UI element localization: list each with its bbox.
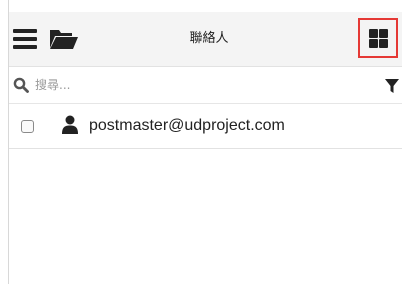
- list-item[interactable]: postmaster@udproject.com: [9, 104, 402, 149]
- search-icon: [13, 77, 29, 93]
- grid-view-toggle-button[interactable]: [358, 18, 398, 58]
- filter-icon[interactable]: [384, 78, 400, 94]
- grid-view-icon-cell: [379, 39, 388, 48]
- folder-open-icon[interactable]: [49, 27, 79, 51]
- header-toolbar: 聯絡人: [9, 12, 402, 67]
- contact-list: postmaster@udproject.com: [9, 104, 402, 284]
- contact-email: postmaster@udproject.com: [89, 117, 285, 134]
- search-bar: [9, 67, 402, 104]
- hamburger-menu-icon[interactable]: [13, 28, 37, 50]
- grid-view-icon: [369, 29, 378, 38]
- contacts-app: 聯絡人 搜尋... postmaster@udproject.com: [0, 0, 402, 284]
- contact-checkbox[interactable]: [21, 120, 34, 133]
- grid-view-icon-cell: [369, 39, 378, 48]
- search-input[interactable]: [35, 73, 355, 97]
- user-icon: [61, 115, 79, 135]
- grid-view-icon-cell: [379, 29, 388, 38]
- page-title: 聯絡人: [189, 31, 229, 46]
